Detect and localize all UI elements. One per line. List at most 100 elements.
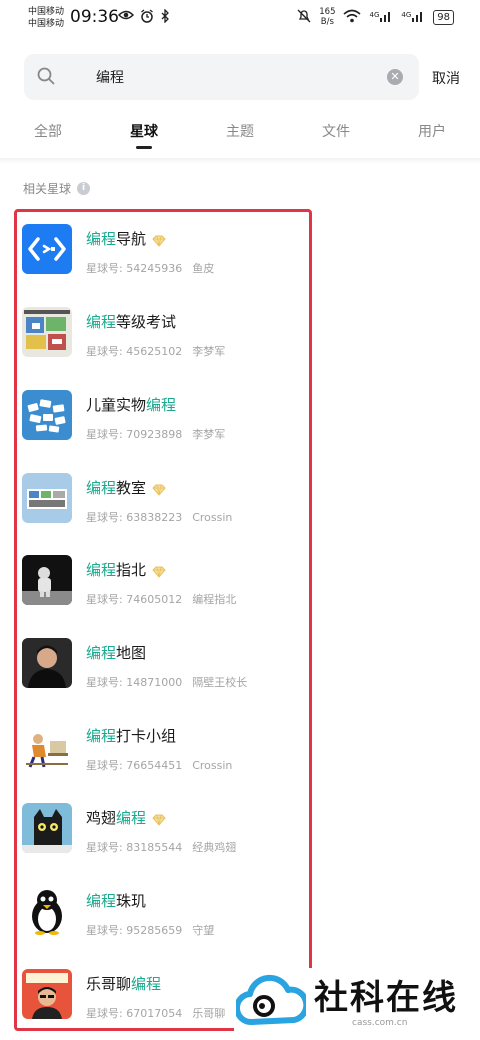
- planet-owner: 经典鸡翅: [192, 841, 237, 854]
- watermark-brand: 社科在线: [314, 978, 458, 1018]
- planet-name: 编程 指北: [86, 559, 166, 580]
- signal-2-label: 4G: [401, 10, 412, 19]
- speed-value: 165: [319, 7, 336, 17]
- carrier-2: 中国移动: [28, 19, 65, 29]
- planet-meta: 星球号: 45625102 李梦军: [86, 343, 225, 359]
- battery-icon: 98: [433, 9, 454, 25]
- bluetooth-icon: [160, 8, 170, 27]
- signal-icon-2: 4G: [401, 10, 425, 25]
- status-icons-right: 165 B/s 4G 4G 98: [297, 7, 454, 27]
- planet-meta: 星球号: 95285659 守望: [86, 922, 214, 938]
- planet-meta: 星球号: 14871000 隔壁王校长: [86, 674, 247, 690]
- avatar: [22, 721, 72, 771]
- planet-id: 星球号: 83185544: [86, 841, 183, 854]
- status-bar: 中国移动 中国移动 09:36 165 B/s 4G 4G 98: [0, 0, 480, 36]
- planet-meta: 星球号: 67017054 乐哥聊: [86, 1005, 225, 1021]
- planet-name: 编程 打卡小组: [86, 727, 177, 745]
- planet-meta: 星球号: 74605012 编程指北: [86, 591, 236, 607]
- list-item[interactable]: 儿童实物 编程 星球号: 70923898 李梦军: [22, 390, 312, 450]
- avatar: [22, 307, 72, 357]
- search-icon: [36, 66, 56, 86]
- avatar: [22, 390, 72, 440]
- diamond-icon: [152, 233, 166, 247]
- planet-owner: 李梦军: [192, 345, 226, 358]
- clear-icon[interactable]: ✕: [387, 69, 403, 85]
- planet-owner: 乐哥聊: [192, 1007, 226, 1020]
- status-icons-left: [117, 8, 170, 27]
- list-item[interactable]: 编程 珠玑 星球号: 95285659 守望: [22, 886, 312, 946]
- carrier-1: 中国移动: [28, 7, 65, 17]
- list-item[interactable]: 编程 导航 星球号: 54245936 鱼皮: [22, 224, 312, 284]
- diamond-icon: [152, 482, 166, 496]
- speed-unit: B/s: [320, 17, 334, 27]
- planet-meta: 星球号: 83185544 经典鸡翅: [86, 839, 236, 855]
- planet-id: 星球号: 76654451: [86, 759, 183, 772]
- list-item[interactable]: 编程 指北 星球号: 74605012 编程指北: [22, 555, 312, 615]
- planet-owner: Crossin: [192, 759, 233, 772]
- planet-owner: 李梦军: [192, 428, 226, 441]
- section-title-label: 相关星球: [23, 182, 72, 196]
- search-bar[interactable]: 编程 ✕: [24, 54, 419, 100]
- planet-id: 星球号: 70923898: [86, 428, 183, 441]
- list-item[interactable]: 编程 教室 星球号: 63838223 Crossin: [22, 473, 312, 533]
- avatar: [22, 886, 72, 936]
- planet-name: 乐哥聊 编程: [86, 975, 162, 993]
- tab-planets[interactable]: 星球: [130, 121, 158, 141]
- planet-id: 星球号: 14871000: [86, 676, 183, 689]
- planet-id: 星球号: 67017054: [86, 1007, 183, 1020]
- active-tab-indicator: [136, 146, 152, 149]
- tab-bar: 全部 星球 主题 文件 用户: [0, 118, 480, 158]
- search-input[interactable]: 编程: [96, 67, 124, 87]
- avatar: [22, 473, 72, 523]
- planet-name: 编程 地图: [86, 644, 147, 662]
- planet-owner: 编程指北: [192, 593, 237, 606]
- info-icon[interactable]: i: [77, 182, 91, 195]
- planet-name: 编程 珠玑: [86, 892, 147, 910]
- tab-files[interactable]: 文件: [322, 121, 350, 141]
- cancel-button[interactable]: 取消: [432, 68, 460, 88]
- wifi-icon: [343, 9, 362, 26]
- diamond-icon: [152, 812, 166, 826]
- carrier-labels: 中国移动 中国移动: [28, 6, 64, 30]
- tab-all[interactable]: 全部: [34, 121, 62, 141]
- planet-id: 星球号: 95285659: [86, 924, 183, 937]
- planet-name: 编程 教室: [86, 477, 166, 498]
- planet-owner: 隔壁王校长: [192, 676, 248, 689]
- alarm-icon: [140, 9, 154, 27]
- list-item[interactable]: 编程 等级考试 星球号: 45625102 李梦军: [22, 307, 312, 367]
- clock: 09:36: [70, 7, 119, 27]
- planet-name: 编程 等级考试: [86, 313, 177, 331]
- avatar: [22, 969, 72, 1019]
- planet-meta: 星球号: 70923898 李梦军: [86, 426, 225, 442]
- signal-icon-1: 4G: [369, 10, 393, 25]
- watermark-url: cass.com.cn: [352, 1018, 408, 1028]
- watermark: 社科在线 cass.com.cn: [233, 968, 480, 1040]
- signal-1-label: 4G: [369, 10, 380, 19]
- eye-icon: [117, 9, 135, 27]
- planet-owner: 守望: [192, 924, 215, 937]
- avatar: [22, 555, 72, 605]
- avatar: [22, 803, 72, 853]
- planet-meta: 星球号: 76654451 Crossin: [86, 757, 232, 773]
- planet-id: 星球号: 45625102: [86, 345, 183, 358]
- tab-users[interactable]: 用户: [418, 121, 446, 141]
- avatar: [22, 224, 72, 274]
- tab-topics[interactable]: 主题: [226, 121, 254, 141]
- cloud-logo-icon: [233, 972, 310, 1032]
- mute-icon: [297, 9, 311, 26]
- avatar: [22, 638, 72, 688]
- planet-owner: Crossin: [192, 511, 233, 524]
- planet-id: 星球号: 54245936: [86, 262, 183, 275]
- list-item[interactable]: 鸡翅 编程 星球号: 83185544 经典鸡翅: [22, 803, 312, 863]
- section-title: 相关星球 i: [23, 180, 91, 197]
- list-item[interactable]: 编程 打卡小组 星球号: 76654451 Crossin: [22, 721, 312, 781]
- planet-meta: 星球号: 63838223 Crossin: [86, 509, 232, 525]
- divider: [0, 158, 480, 164]
- planet-id: 星球号: 74605012: [86, 593, 183, 606]
- planet-name: 鸡翅 编程: [86, 807, 166, 828]
- planet-name: 编程 导航: [86, 228, 166, 249]
- planet-name: 儿童实物 编程: [86, 396, 177, 414]
- planet-owner: 鱼皮: [192, 262, 215, 275]
- list-item[interactable]: 编程 地图 星球号: 14871000 隔壁王校长: [22, 638, 312, 698]
- network-speed: 165 B/s: [319, 7, 335, 27]
